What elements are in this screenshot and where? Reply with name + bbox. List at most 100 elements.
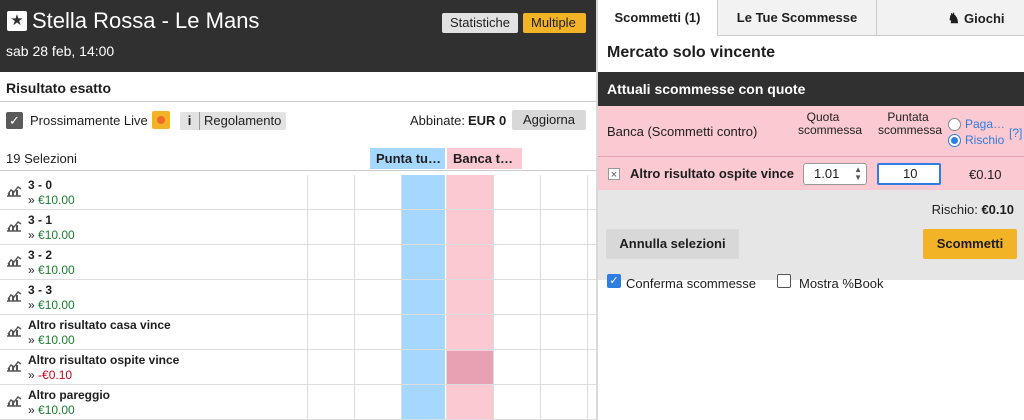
runner-name[interactable]: 3 - 1 [28, 213, 52, 227]
odds-stepper-icon[interactable]: ▲ ▼ [854, 166, 862, 182]
refresh-button[interactable]: Aggiorna [512, 110, 586, 130]
table-row: Altro risultato casa vince» €10.00 [0, 315, 596, 350]
risk-radio[interactable] [948, 134, 961, 147]
betslip-market-name: Mercato solo vincente [607, 44, 776, 61]
pl-prefix: » [28, 263, 35, 277]
odds-header: Quota scommessa [798, 110, 863, 137]
info-icon: i [180, 112, 200, 130]
chart-icon[interactable] [6, 395, 22, 407]
runner-profit-loss: » €10.00 [28, 333, 75, 347]
pl-value: €10.00 [38, 193, 75, 207]
bet-selection: Altro risultato ospite vince [630, 166, 794, 181]
runner-name[interactable]: Altro risultato ospite vince [28, 353, 179, 367]
pl-prefix: » [28, 368, 35, 382]
pl-value: €10.00 [38, 403, 75, 417]
matched-label: Abbinate: [410, 113, 465, 128]
pl-value: -€0.10 [38, 368, 73, 382]
risk-radio-label[interactable]: Rischio [965, 133, 1004, 147]
stake-header: Puntata scommessa [878, 110, 943, 137]
runner-name[interactable]: Altro risultato casa vince [28, 318, 171, 332]
risk-label: Rischio: [931, 202, 978, 217]
chart-icon[interactable] [6, 325, 22, 337]
runner-list: 3 - 0» €10.00 3 - 1» €10.00 3 - 2» €10.00 3… [0, 175, 596, 420]
star-icon[interactable]: ★ [7, 11, 27, 31]
table-row: Altro pareggio» €10.00 [0, 385, 596, 420]
runner-profit-loss: » -€0.10 [28, 368, 72, 382]
pl-prefix: » [28, 298, 35, 312]
runner-profit-loss: » €10.00 [28, 263, 75, 277]
help-link[interactable]: [?] [1009, 126, 1022, 140]
chart-icon[interactable] [6, 185, 22, 197]
lay-header: Banca (Scommetti contro) Quota scommessa… [598, 106, 1024, 156]
chart-icon[interactable] [6, 360, 22, 372]
table-row: 3 - 2» €10.00 [0, 245, 596, 280]
table-row: Altro risultato ospite vince» -€0.10 [0, 350, 596, 385]
divider [0, 170, 596, 171]
market-title: Risultato esatto [6, 80, 112, 96]
runner-profit-loss: » €10.00 [28, 228, 75, 242]
show-book-checkbox[interactable] [777, 274, 791, 288]
live-indicator-icon [152, 111, 170, 129]
pl-value: €10.00 [38, 228, 75, 242]
live-label: Prossimamente Live [30, 113, 148, 128]
confirm-bets-checkbox[interactable]: ✓ [607, 274, 621, 288]
multiples-button[interactable]: Multiple [523, 13, 586, 33]
payout-radio-label[interactable]: Paga… [965, 117, 1005, 131]
remove-bet-icon[interactable]: × [608, 168, 620, 181]
table-row: 3 - 1» €10.00 [0, 210, 596, 245]
runner-profit-loss: » €10.00 [28, 298, 75, 312]
runner-profit-loss: » €10.00 [28, 193, 75, 207]
event-date: sab 28 feb, 14:00 [6, 43, 115, 59]
table-row: 3 - 3» €10.00 [0, 280, 596, 315]
tab-bets[interactable]: Scommetti (1) [598, 0, 717, 36]
show-book-label[interactable]: Mostra %Book [799, 276, 884, 291]
betslip-actions: Rischio: €0.10 Annulla selezioni Scommet… [598, 190, 1024, 280]
tab-games[interactable]: ♞ Giochi [928, 0, 1024, 36]
lay-title: Banca (Scommetti contro) [607, 124, 758, 139]
matched-value: EUR 0 [468, 113, 507, 128]
runner-name[interactable]: Altro pareggio [28, 388, 110, 402]
risk-value: €0.10 [981, 202, 1014, 217]
betslip-panel: Scommetti (1) Le Tue Scommesse ♞ Giochi M… [598, 0, 1024, 420]
tab-games-label: Giochi [964, 11, 1005, 26]
rules-button[interactable]: i Regolamento [180, 112, 286, 130]
pl-prefix: » [28, 403, 35, 417]
lay-all-header[interactable]: Banca t… [447, 148, 522, 169]
chart-icon[interactable] [6, 255, 22, 267]
tab-my-bets[interactable]: Le Tue Scommesse [718, 0, 876, 36]
chart-icon[interactable] [6, 220, 22, 232]
betslip-section-title: Attuali scommesse con quote [598, 72, 1024, 106]
event-header: ★ Stella Rossa - Le Mans sab 28 feb, 14:… [0, 0, 596, 72]
live-checkbox[interactable]: ✓ [6, 112, 23, 129]
pl-prefix: » [28, 228, 35, 242]
place-bets-button[interactable]: Scommetti [923, 229, 1017, 259]
odds-input[interactable]: 1.01 ▲ ▼ [803, 163, 867, 185]
games-icon: ♞ [947, 10, 961, 26]
event-title: Stella Rossa - Le Mans [32, 8, 260, 33]
chart-icon[interactable] [6, 290, 22, 302]
payout-radio[interactable] [948, 118, 961, 131]
back-all-header[interactable]: Punta tu… [370, 148, 445, 169]
cancel-selections-button[interactable]: Annulla selezioni [606, 229, 739, 259]
total-risk: Rischio: €0.10 [932, 202, 1014, 217]
runner-name[interactable]: 3 - 2 [28, 248, 52, 262]
bet-row: × Altro risultato ospite vince 1.01 ▲ ▼ 1… [598, 156, 1024, 190]
pl-value: €10.00 [38, 263, 75, 277]
pl-value: €10.00 [38, 298, 75, 312]
pl-prefix: » [28, 333, 35, 347]
runner-name[interactable]: 3 - 3 [28, 283, 52, 297]
odds-value: 1.01 [814, 166, 840, 181]
stake-input[interactable]: 10 [877, 163, 941, 185]
pl-value: €10.00 [38, 333, 75, 347]
divider [0, 101, 596, 102]
selection-count: 19 Selezioni [6, 151, 77, 166]
runner-profit-loss: » €10.00 [28, 403, 75, 417]
statistics-button[interactable]: Statistiche [442, 13, 518, 33]
runner-name[interactable]: 3 - 0 [28, 178, 52, 192]
confirm-bets-label[interactable]: Conferma scommesse [626, 276, 756, 291]
pl-prefix: » [28, 193, 35, 207]
bet-liability: €0.10 [969, 167, 1002, 182]
tab-separator [876, 0, 877, 36]
betslip-tabs: Scommetti (1) Le Tue Scommesse ♞ Giochi [598, 0, 1024, 36]
market-panel: ★ Stella Rossa - Le Mans sab 28 feb, 14:… [0, 0, 596, 420]
